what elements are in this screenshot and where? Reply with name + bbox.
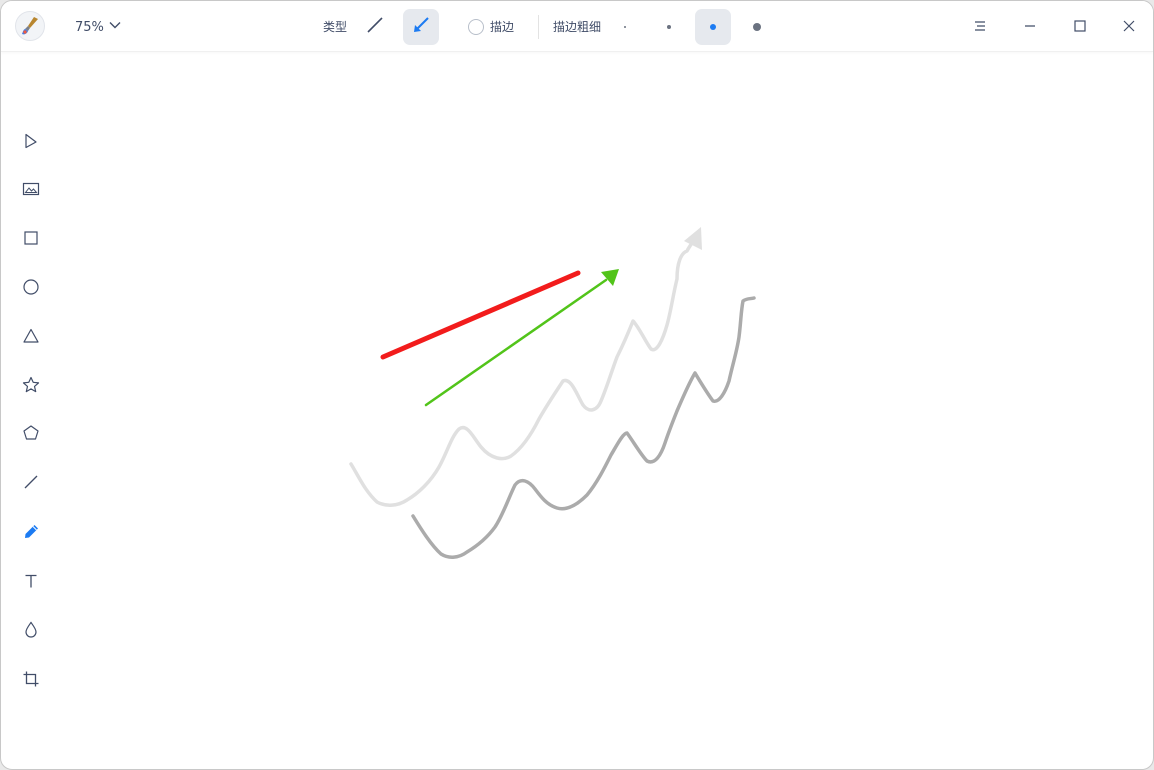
maximize-button[interactable] [1062,9,1098,45]
light-gray-stroke[interactable] [349,239,695,507]
zoom-value: 75% [75,19,104,35]
stroke-width-option-3[interactable] [695,9,731,45]
close-icon [1122,18,1136,37]
checkbox-box[interactable] [468,18,484,35]
app-window: 75% 类型 描边 描边粗细 [0,0,1154,770]
arrow-type-button[interactable] [403,9,439,45]
light-gray-arrowhead [684,227,702,250]
red-line[interactable] [380,270,581,360]
minimize-icon [1023,18,1037,37]
chevron-down-icon [108,18,122,36]
menu-button[interactable] [962,9,998,45]
dot-icon [624,26,626,28]
stroke-label: 描边 [490,20,515,34]
close-button[interactable] [1111,9,1147,45]
arrow-icon [412,16,430,38]
dot-icon [710,24,716,30]
minimize-button[interactable] [1012,9,1048,45]
dot-icon [667,25,671,29]
hamburger-icon [973,18,987,37]
toolbar-divider [538,15,539,39]
line-type-button[interactable] [357,9,393,45]
stroke-width-option-4[interactable] [739,9,775,45]
stroke-width-option-1[interactable] [607,9,643,45]
stroke-width-label: 描边粗细 [553,20,602,34]
line-icon [366,16,384,38]
stroke-checkbox[interactable]: 描边 [468,18,514,35]
green-arrowhead [601,269,619,286]
dot-icon [753,23,761,31]
zoom-dropdown[interactable]: 75% [75,17,122,37]
type-label: 类型 [323,20,348,34]
paint-brush-icon [15,11,45,41]
stroke-width-option-2[interactable] [651,9,687,45]
maximize-icon [1073,18,1087,37]
drawing-canvas[interactable] [1,52,1153,769]
titlebar: 75% 类型 描边 描边粗细 [1,1,1153,52]
